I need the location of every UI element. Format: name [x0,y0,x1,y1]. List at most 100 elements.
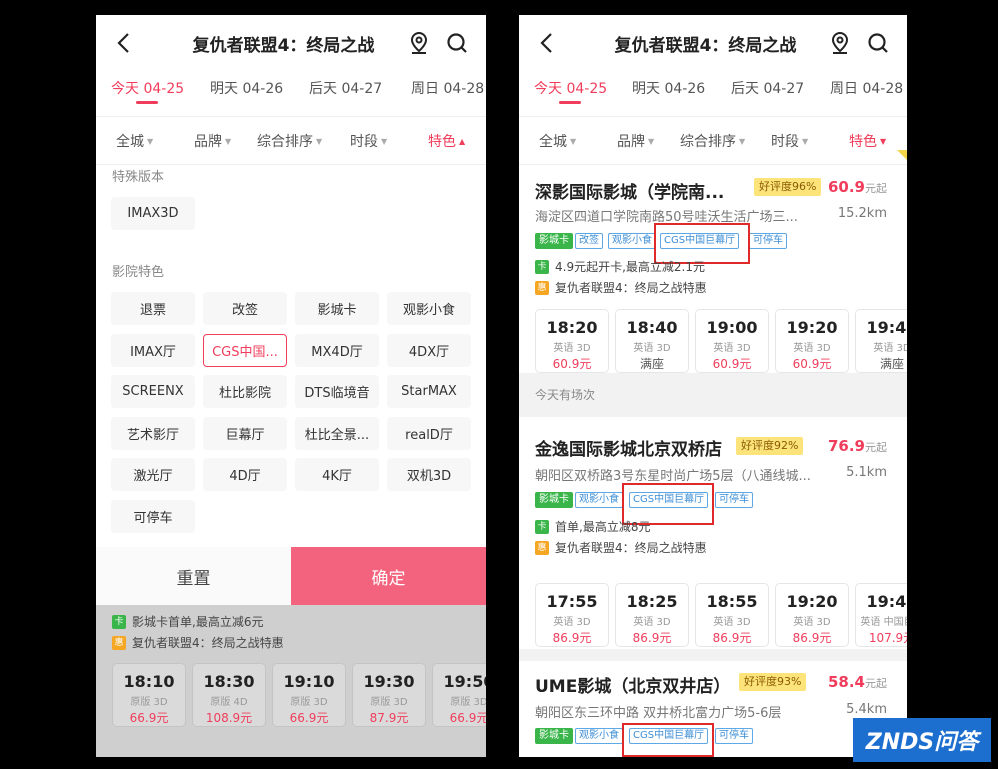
filter-time[interactable]: 时段 ▼ [350,131,387,151]
feature-tag[interactable]: IMAX厅 [111,334,195,367]
session-card[interactable]: 19:30 原版 3D 87.9元 [352,663,426,727]
feature-tag[interactable]: 改签 [203,292,287,325]
cinema-distance: 5.4km [846,702,887,717]
session-card[interactable]: 19:20 英语 3D 60.9元 [775,309,849,373]
session-time: 18:40 [626,318,678,337]
feature-tag[interactable]: 影城卡 [295,292,379,325]
tab-date-today[interactable]: 今天 04-25 [111,78,184,98]
session-card[interactable]: 19:10 原版 3D 66.9元 [272,663,346,727]
feature-tag[interactable]: 观影小食 [387,292,471,325]
session-version: 英语 3D [793,617,831,628]
filter-feature[interactable]: 特色 ▼ [849,131,886,151]
search-icon[interactable] [867,32,889,54]
feature-tag[interactable]: MX4D厅 [295,334,379,367]
tag-imax3d[interactable]: IMAX3D [111,197,195,230]
session-card[interactable]: 18:10 原版 3D 66.9元 [112,663,186,727]
confirm-button[interactable]: 确定 [291,547,486,605]
tab-date-sunday[interactable]: 周日 04-28 [411,78,484,98]
cinema-card[interactable]: 金逸国际影城北京双桥店 好评度92% 76.9元起 朝阳区双桥路3号东星时尚广场… [519,417,907,667]
feature-tag-selected[interactable]: CGS中国... [203,334,287,367]
session-card[interactable]: 18:25 英语 3D 86.9元 [615,583,689,647]
feature-tag[interactable]: 艺术影厅 [111,417,195,450]
session-card[interactable]: 19:40 英语 3D 满座 [855,309,907,373]
session-version: 英语 3D [873,343,907,354]
feature-tag[interactable]: SCREENX [111,375,195,408]
location-icon[interactable] [829,31,851,55]
session-card[interactable]: 19:50 原版 3D 66.9元 [432,663,486,727]
feature-tag[interactable]: 退票 [111,292,195,325]
feature-tag[interactable]: 杜比全景... [295,417,379,450]
filter-feature[interactable]: 特色 ▲ [428,131,465,151]
cinema-name: UME影城（北京双井店） [535,677,731,697]
filter-sort[interactable]: 综合排序 ▼ [257,131,322,151]
session-price: 66.9元 [449,711,486,725]
tab-date-day-after[interactable]: 后天 04-27 [731,78,804,98]
promo-line: 惠复仇者联盟4：终局之战特惠 [535,539,707,556]
filter-brand[interactable]: 品牌 ▼ [194,131,231,151]
session-price: 66.9元 [129,711,169,725]
tab-date-day-after[interactable]: 后天 04-27 [309,78,382,98]
feature-tag[interactable]: 可停车 [111,500,195,533]
session-card[interactable]: 18:40 英语 3D 满座 [615,309,689,373]
promo-text: 首单,最高立减8元 [555,520,651,534]
filter-city[interactable]: 全城 ▼ [539,131,576,151]
session-card[interactable]: 17:55 英语 3D 86.9元 [535,583,609,647]
search-icon[interactable] [446,32,468,54]
caret-down-icon: ▼ [316,137,323,146]
feature-tag[interactable]: 4DX厅 [387,334,471,367]
filter-sort[interactable]: 综合排序 ▼ [680,131,745,151]
session-version: 英语 3D [633,617,671,628]
feature-tag: 影城卡 [535,728,573,744]
feature-tag[interactable]: realD厅 [387,417,471,450]
cinema-card[interactable]: 深影国际影城（学院南... 好评度96% 60.9元起 海淀区四道口学院南路50… [519,165,907,379]
session-card[interactable]: 18:55 英语 3D 86.9元 [695,583,769,647]
active-tab-underline [559,101,581,104]
date-tabs: 今天 04-25 明天 04-26 后天 04-27 周日 04-28 [96,73,486,117]
feature-tag[interactable]: 4K厅 [295,458,379,491]
promo-text: 影城卡首单,最高立减6元 [132,615,264,629]
price-value: 76.9 [827,437,865,455]
session-card[interactable]: 18:20 英语 3D 60.9元 [535,309,609,373]
filter-label: 品牌 [194,134,222,150]
reset-button[interactable]: 重置 [96,547,291,605]
tab-date-sunday[interactable]: 周日 04-28 [830,78,903,98]
session-card[interactable]: 19:45 英语 中国巨幕 107.9元 [855,583,907,647]
feature-tag[interactable]: 激光厅 [111,458,195,491]
session-price: 86.9元 [552,631,592,645]
feature-tag[interactable]: DTS临境音 [295,375,379,408]
filter-time[interactable]: 时段 ▼ [771,131,808,151]
cinema-price: 58.4元起 [828,673,887,691]
cinema-address: 朝阳区双桥路3号东星时尚广场5层（八通线城... [535,469,811,484]
cinema-card[interactable]: UME影城（北京双井店） 好评度93% 58.4元起 朝阳区东三环中路 双井桥北… [519,661,907,757]
session-card[interactable]: 19:00 英语 3D 60.9元 [695,309,769,373]
feature-tag[interactable]: 4D厅 [203,458,287,491]
feature-tag[interactable]: 杜比影院 [203,375,287,408]
section-label: 今天有场次 [535,388,596,402]
filter-brand[interactable]: 品牌 ▼ [617,131,654,151]
tab-date-tomorrow[interactable]: 明天 04-26 [210,78,283,98]
header: 复仇者联盟4：终局之战 [96,15,486,73]
promo-text: 复仇者联盟4：终局之战特惠 [555,541,707,555]
session-version: 原版 3D [290,697,328,708]
session-version: 英语 3D [793,343,831,354]
filter-city[interactable]: 全城 ▼ [116,131,153,151]
feature-tag[interactable]: 巨幕厅 [203,417,287,450]
session-card[interactable]: 19:20 英语 3D 86.9元 [775,583,849,647]
promo-line: 惠复仇者联盟4：终局之战特惠 [535,279,707,296]
price-suffix: 元起 [865,677,887,690]
session-card[interactable]: 18:30 原版 4D 108.9元 [192,663,266,727]
tab-date-today[interactable]: 今天 04-25 [534,78,607,98]
session-time: 19:20 [786,318,838,337]
caret-up-icon: ▲ [459,137,466,146]
session-version: 原版 4D [210,697,248,708]
feature-tag[interactable]: 双机3D [387,458,471,491]
price-value: 58.4 [827,673,865,691]
location-icon[interactable] [408,31,430,55]
right-screen: 复仇者联盟4：终局之战 今天 04-25 明天 04-26 后天 04-27 周… [519,15,907,757]
price-suffix: 元起 [865,441,887,454]
tab-date-tomorrow[interactable]: 明天 04-26 [632,78,705,98]
active-tab-underline [136,101,158,104]
feature-heading: 影院特色 [112,265,165,280]
session-time: 18:55 [706,592,758,611]
feature-tag[interactable]: StarMAX [387,375,471,408]
